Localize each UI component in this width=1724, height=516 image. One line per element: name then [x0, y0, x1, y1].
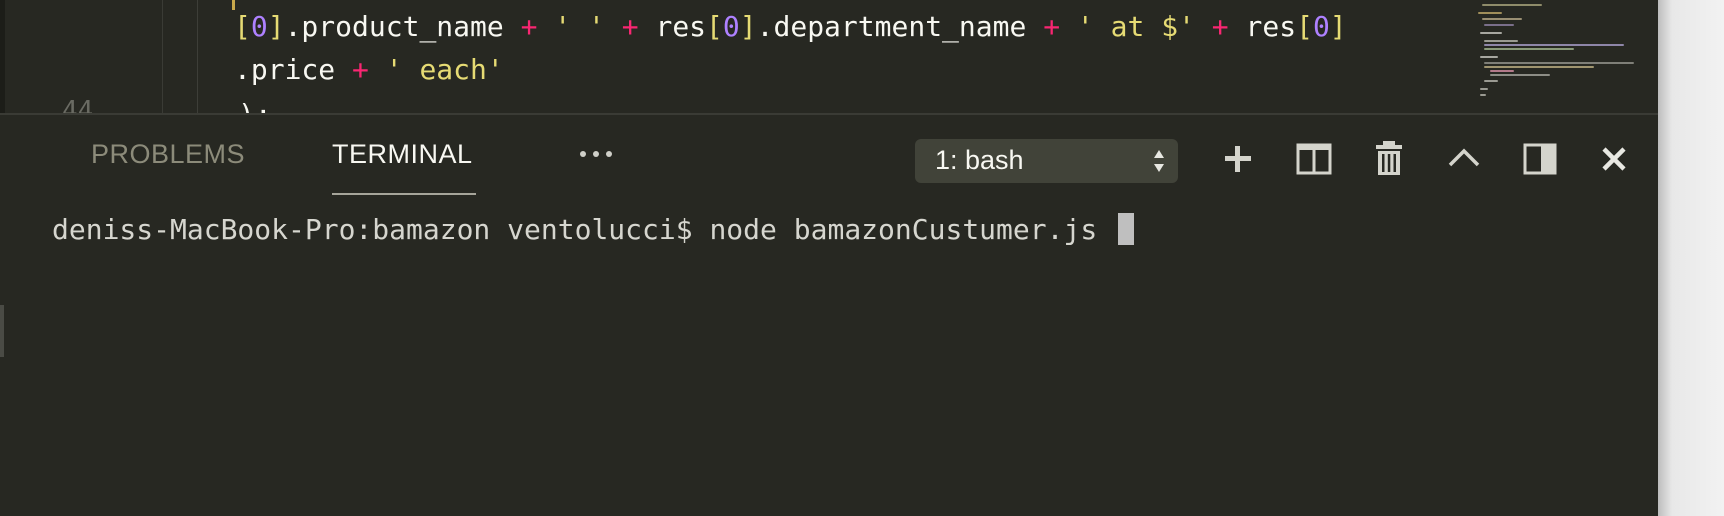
code-token: + [1043, 10, 1061, 43]
code-line: [0].product_name + ' ' + res[0].departme… [234, 10, 1347, 43]
terminal-command: node bamazonCustumer.js [709, 213, 1098, 246]
code-line: .price + ' each' [234, 53, 504, 86]
code-token: ' ' [537, 10, 622, 43]
code-token: [ [706, 10, 723, 43]
split-terminal-icon[interactable] [1294, 139, 1334, 179]
code-token: ' at $' [1060, 10, 1212, 43]
more-icon[interactable] [578, 148, 614, 160]
code-token: + [520, 10, 538, 43]
minimap[interactable] [1470, 0, 1634, 100]
close-panel-icon[interactable] [1594, 139, 1634, 179]
line-number: 44 [62, 96, 94, 114]
kill-terminal-icon[interactable] [1369, 139, 1409, 179]
active-indent-guide [232, 0, 235, 10]
shell-select-value: 1: bash [935, 145, 1024, 175]
new-terminal-icon[interactable] [1218, 139, 1258, 179]
code-token: .product_name [284, 10, 521, 43]
code-line: ); [238, 98, 272, 114]
terminal-prompt: deniss-MacBook-Pro:bamazon ventolucci$ [52, 213, 693, 246]
panel-left-strip [0, 305, 4, 357]
code-token: 0 [1312, 10, 1330, 43]
tab-terminal[interactable]: TERMINAL [332, 139, 473, 170]
code-token: ' each' [368, 53, 504, 86]
code-token: ] [739, 10, 757, 43]
gutter-divider [162, 0, 163, 114]
terminal-panel: PROBLEMS TERMINAL 1: bash deniss-MacBook… [0, 115, 1658, 516]
code-token: [ [1296, 10, 1313, 43]
active-tab-indicator [332, 193, 476, 195]
code-token: ] [1329, 10, 1347, 43]
code-token: + [352, 53, 369, 86]
code-token: res [638, 10, 707, 43]
code-token: ] [267, 10, 285, 43]
code-token: res [1228, 10, 1297, 43]
vscode-window: 44 [0].product_name + ' ' + res[0].depar… [0, 0, 1658, 516]
maximize-panel-icon[interactable] [1444, 139, 1484, 179]
code-token: .price [234, 53, 353, 86]
terminal-cursor [1118, 213, 1135, 245]
code-token: .department_name [756, 10, 1044, 43]
code-editor[interactable]: 44 [0].product_name + ' ' + res[0].depar… [0, 0, 1658, 114]
code-token: + [621, 10, 639, 43]
code-token: [ [234, 10, 251, 43]
terminal-output[interactable]: deniss-MacBook-Pro:bamazon ventolucci$ n… [52, 213, 1135, 246]
tab-problems[interactable]: PROBLEMS [91, 139, 245, 170]
code-token: 0 [250, 10, 268, 43]
activity-bar-edge [0, 0, 5, 114]
select-arrows-icon [1154, 150, 1164, 172]
code-token: + [1211, 10, 1229, 43]
desktop-background [1658, 0, 1724, 516]
indent-guide [197, 0, 198, 114]
toggle-panel-position-icon[interactable] [1520, 139, 1560, 179]
terminal-shell-select[interactable]: 1: bash [915, 139, 1178, 183]
code-token: 0 [722, 10, 740, 43]
